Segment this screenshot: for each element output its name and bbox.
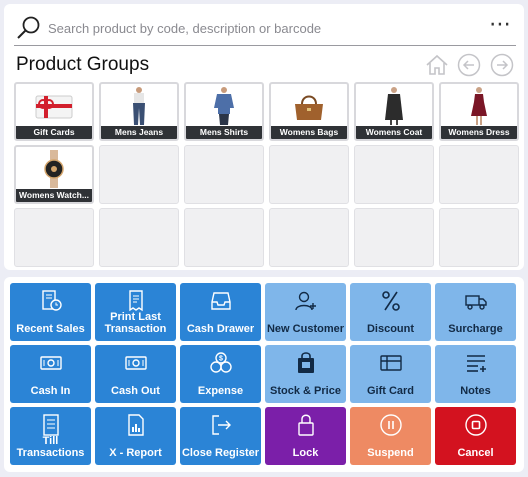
percent-icon <box>381 291 400 311</box>
group-label: Womens Dress <box>441 126 517 139</box>
empty-tile <box>184 208 264 267</box>
group-tile-mens-shirts[interactable]: Mens Shirts <box>184 82 264 141</box>
search-bar: ⋯ <box>14 12 516 46</box>
shirt-icon <box>214 87 234 125</box>
button-label: Till Transactions <box>16 435 85 459</box>
arrow-left-icon[interactable] <box>457 53 481 77</box>
cancel-button[interactable]: Cancel <box>435 407 516 465</box>
arrow-right-icon[interactable] <box>490 53 514 77</box>
group-label: Womens Coat <box>356 126 432 139</box>
button-label: Cash Drawer <box>186 323 255 335</box>
cash-in-icon <box>39 356 62 370</box>
truck-icon <box>464 295 487 310</box>
print-last-transaction-button[interactable]: Print Last Transaction <box>95 283 176 341</box>
group-label: Womens Watch... <box>16 189 92 202</box>
group-label: Gift Cards <box>16 126 92 139</box>
exit-icon <box>211 415 231 435</box>
lock-button[interactable]: Lock <box>265 407 346 465</box>
group-tile-womens-dress[interactable]: Womens Dress <box>439 82 519 141</box>
button-label: Cash In <box>30 385 71 397</box>
action-button-grid: Recent Sales Print Last Transaction Cash… <box>10 283 516 465</box>
empty-tile <box>99 145 179 204</box>
dress-icon <box>471 87 487 125</box>
home-icon[interactable] <box>425 53 449 77</box>
product-group-grid: Gift Cards Mens Jeans Mens Shirts Womens… <box>14 82 522 267</box>
button-label: Print Last Transaction <box>104 311 167 335</box>
empty-tile <box>439 145 519 204</box>
cash-in-button[interactable]: Cash In <box>10 345 91 403</box>
watch-icon <box>44 150 64 188</box>
suspend-button[interactable]: Suspend <box>350 407 431 465</box>
discount-button[interactable]: Discount <box>350 283 431 341</box>
button-label: Cash Out <box>111 385 160 397</box>
page-title: Product Groups <box>16 54 150 75</box>
button-label: Cancel <box>457 447 494 459</box>
stop-icon <box>464 414 487 436</box>
svg-text:$: $ <box>219 356 223 363</box>
group-label: Mens Shirts <box>186 126 262 139</box>
empty-tile <box>269 145 349 204</box>
close-register-button[interactable]: Close Register <box>180 407 261 465</box>
cash-out-icon <box>124 356 147 370</box>
button-label: Gift Card <box>366 385 415 397</box>
recent-sales-button[interactable]: Recent Sales <box>10 283 91 341</box>
add-person-icon <box>294 291 316 311</box>
empty-tile <box>99 208 179 267</box>
report-chart-icon <box>127 414 144 436</box>
receipt-clock-icon <box>41 290 62 311</box>
button-label: Recent Sales <box>16 323 85 335</box>
notes-button[interactable]: Notes <box>435 345 516 403</box>
button-label: X - Report <box>109 447 162 459</box>
empty-tile <box>354 208 434 267</box>
jeans-icon <box>133 87 145 125</box>
lock-icon <box>297 414 314 436</box>
group-label: Womens Bags <box>271 126 347 139</box>
print-receipt-icon <box>128 290 143 312</box>
x-report-button[interactable]: X - Report <box>95 407 176 465</box>
cash-out-button[interactable]: Cash Out <box>95 345 176 403</box>
group-tile-womens-bags[interactable]: Womens Bags <box>269 82 349 141</box>
list-doc-icon <box>42 414 59 436</box>
stock-price-button[interactable]: Stock & Price <box>265 345 346 403</box>
button-label: Suspend <box>367 447 414 459</box>
button-label: New Customer <box>266 323 345 335</box>
group-tile-womens-coat[interactable]: Womens Coat <box>354 82 434 141</box>
shopping-bag-icon <box>297 352 314 373</box>
group-tile-womens-watches[interactable]: Womens Watch... <box>14 145 94 204</box>
button-label: Lock <box>292 447 319 459</box>
button-label: Stock & Price <box>270 385 341 397</box>
empty-tile <box>439 208 519 267</box>
group-tile-gift-cards[interactable]: Gift Cards <box>14 82 94 141</box>
button-label: Discount <box>366 323 415 335</box>
button-label: Surcharge <box>448 323 503 335</box>
empty-tile <box>269 208 349 267</box>
empty-tile <box>14 208 94 267</box>
gift-card-icon <box>35 95 73 119</box>
surcharge-button[interactable]: Surcharge <box>435 283 516 341</box>
group-tile-mens-jeans[interactable]: Mens Jeans <box>99 82 179 141</box>
actions-panel: Recent Sales Print Last Transaction Cash… <box>4 277 524 472</box>
notes-icon <box>466 355 486 372</box>
product-groups-panel: ⋯ Product Groups Gift Cards <box>4 4 524 270</box>
coins-icon: $ <box>209 352 232 373</box>
new-customer-button[interactable]: New Customer <box>265 283 346 341</box>
button-label: Close Register <box>181 447 260 459</box>
cash-drawer-button[interactable]: Cash Drawer <box>180 283 261 341</box>
more-options-icon[interactable]: ⋯ <box>486 13 516 38</box>
group-label: Mens Jeans <box>101 126 177 139</box>
empty-tile <box>354 145 434 204</box>
expense-button[interactable]: $ Expense <box>180 345 261 403</box>
gift-card-icon <box>379 355 402 371</box>
button-label: Expense <box>197 385 244 397</box>
pause-icon <box>379 414 402 436</box>
gift-card-button[interactable]: Gift Card <box>350 345 431 403</box>
button-label: Notes <box>460 385 491 397</box>
coat-icon <box>385 87 403 125</box>
drawer-icon <box>210 292 231 310</box>
till-transactions-button[interactable]: Till Transactions <box>10 407 91 465</box>
search-input[interactable] <box>48 16 468 40</box>
handbag-icon <box>295 95 323 120</box>
search-icon[interactable] <box>16 15 42 41</box>
empty-tile <box>184 145 264 204</box>
